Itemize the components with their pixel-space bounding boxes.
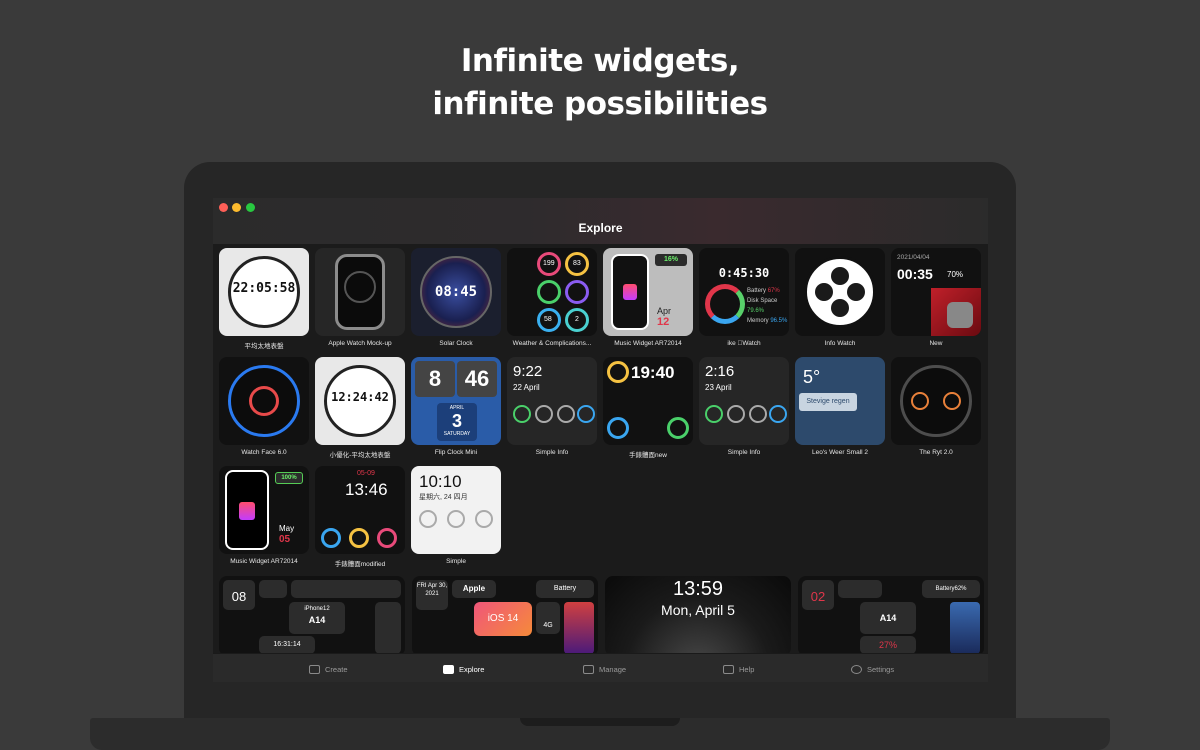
widget-label: New xyxy=(888,340,984,347)
widget-label: The Ryt 2.0 xyxy=(888,449,984,456)
widget-tile-large[interactable]: 08 iPhone12 A14 16:31:14 xyxy=(219,576,405,656)
help-icon xyxy=(723,665,734,674)
widget-label: Weather & Complications... xyxy=(504,340,600,347)
widget-tile-large[interactable]: 13:59 Mon, April 5 xyxy=(605,576,791,656)
widget-tile[interactable]: 08:45 xyxy=(411,248,501,336)
minimize-button[interactable] xyxy=(232,203,241,212)
widget-tile[interactable]: 2:16 23 April xyxy=(699,357,789,445)
clock-dial xyxy=(900,365,972,437)
widget-label: Apple Watch Mock-up xyxy=(312,340,408,347)
widget-tile[interactable]: 10:10 星期六, 24 四月 xyxy=(411,466,501,554)
tab-explore[interactable]: Explore xyxy=(443,662,484,676)
music-icon xyxy=(623,284,637,300)
tab-manage[interactable]: Manage xyxy=(583,662,626,676)
zoom-button[interactable] xyxy=(246,203,255,212)
widget-label: Watch Face 6.0 xyxy=(216,449,312,456)
tab-help[interactable]: Help xyxy=(723,662,754,676)
widget-tile[interactable]: 2021/04/04 00:35 70% xyxy=(891,248,981,336)
widget-tile[interactable]: 100% May 05 xyxy=(219,466,309,554)
laptop-notch xyxy=(520,718,680,726)
app-window: Explore 22:05:58 平均太地表盤 Apple Watch Mock… xyxy=(213,198,988,682)
stack-icon xyxy=(583,665,594,674)
widget-label: Simple Info xyxy=(504,449,600,456)
phone-image xyxy=(611,254,649,330)
widget-tile[interactable]: 8 46 APRIL 3 SATURDAY xyxy=(411,357,501,445)
widget-time: 12:24:42 xyxy=(315,390,405,404)
widget-tile[interactable]: 05-09 13:46 xyxy=(315,466,405,554)
window-title: Explore xyxy=(213,221,988,235)
widget-label: Info Watch xyxy=(792,340,888,347)
widgets-icon xyxy=(443,665,454,674)
headline-line-1: Infinite widgets, xyxy=(0,40,1200,83)
widget-tile[interactable]: 16% Apr 12 xyxy=(603,248,693,336)
tab-create[interactable]: Create xyxy=(309,662,348,676)
clock-dial xyxy=(228,365,300,437)
widget-tile[interactable]: 12:24:42 xyxy=(315,357,405,445)
music-icon xyxy=(239,502,255,520)
widget-tile[interactable]: 22:05:58 xyxy=(219,248,309,336)
widget-tile[interactable]: 5° Stevige regen xyxy=(795,357,885,445)
widget-label: Music Widget AR72014 xyxy=(600,340,696,347)
tab-settings[interactable]: Settings xyxy=(851,662,894,676)
watch-mockup xyxy=(335,254,385,330)
tab-bar: Create Explore Manage Help Settings xyxy=(213,653,988,682)
ios-14-badge: iOS 14 xyxy=(474,602,532,636)
widget-label: 手錶體面modified xyxy=(312,558,408,568)
widget-tile[interactable] xyxy=(891,357,981,445)
phone-image xyxy=(225,470,269,550)
plus-icon xyxy=(309,665,320,674)
widget-label: Music Widget AR72014 xyxy=(216,558,312,565)
widget-label: 小優化-平均太地表盤 xyxy=(312,449,408,459)
widget-label: Simple xyxy=(408,558,504,565)
widget-tile[interactable]: 19:40 xyxy=(603,357,693,445)
widget-label: Leo's Weer Small 2 xyxy=(792,449,888,456)
widget-time: 0:45:30 xyxy=(699,266,789,280)
widget-label: 手錶體面new xyxy=(600,449,696,459)
widget-tile[interactable] xyxy=(315,248,405,336)
headline: Infinite widgets, infinite possibilities xyxy=(0,40,1200,126)
widget-tile[interactable] xyxy=(219,357,309,445)
widget-label: ike Watch xyxy=(696,340,792,347)
widget-time: 22:05:58 xyxy=(219,281,309,296)
settings-app-icon xyxy=(947,302,973,328)
widget-tile[interactable]: 9:22 22 April xyxy=(507,357,597,445)
headline-line-2: infinite possibilities xyxy=(0,83,1200,126)
widget-tile-large[interactable]: 02 Battery62% A14 27% xyxy=(798,576,984,656)
widget-label: Flip Clock Mini xyxy=(408,449,504,456)
widget-tile-large[interactable]: FRI Apr 30, 2021 Apple Battery iOS 14 4G xyxy=(412,576,598,656)
activity-rings xyxy=(705,284,745,324)
widget-label: 平均太地表盤 xyxy=(216,340,312,350)
widget-tile[interactable]: 0:45:30 Battery 67% Disk Space 79.6% Mem… xyxy=(699,248,789,336)
title-bar: Explore xyxy=(213,198,988,244)
clock-dial xyxy=(804,256,876,328)
widget-label: Solar Clock xyxy=(408,340,504,347)
close-button[interactable] xyxy=(219,203,228,212)
gear-icon xyxy=(851,665,862,674)
widget-label: Simple Info xyxy=(696,449,792,456)
widget-time: 08:45 xyxy=(411,284,501,300)
widget-tile[interactable]: 199 83 58 2 xyxy=(507,248,597,336)
widget-tile[interactable] xyxy=(795,248,885,336)
